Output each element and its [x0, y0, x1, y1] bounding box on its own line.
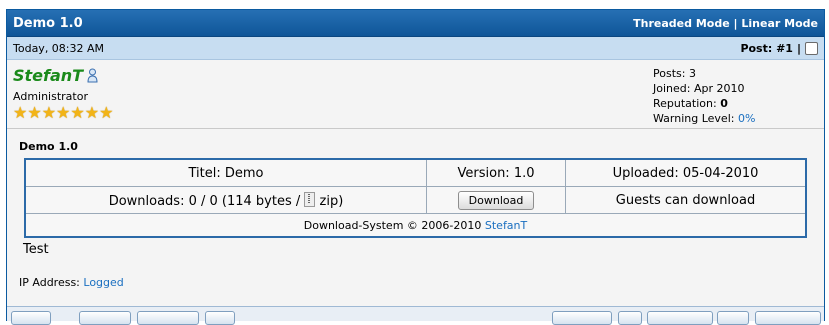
- copyright-author-link[interactable]: StefanT: [485, 219, 527, 232]
- reputation-stat: Reputation: 0: [653, 96, 755, 111]
- post-title: Demo 1.0: [19, 140, 78, 153]
- report-button[interactable]: [755, 311, 821, 325]
- ip-logged-link[interactable]: Logged: [83, 276, 123, 289]
- joined-stat: Joined: Apr 2010: [653, 81, 755, 96]
- www-button[interactable]: [137, 311, 199, 325]
- ip-address: IP Address: Logged: [19, 276, 124, 289]
- warning-label: Warning Level:: [653, 112, 735, 125]
- joined-value: Apr 2010: [693, 82, 745, 95]
- author-name[interactable]: StefanT: [13, 66, 83, 85]
- author-stats: Posts: 3 Joined: Apr 2010 Reputation: 0 …: [653, 66, 755, 126]
- copyright-text: Download-System © 2006-2010: [303, 218, 482, 232]
- post-number-group: Post: #1 |: [740, 41, 818, 55]
- post-container: Demo 1.0 Threaded Mode | Linear Mode Tod…: [6, 9, 825, 325]
- downloads-text: Downloads: 0 / 0 (114 bytes /: [108, 193, 301, 209]
- warning-stat: Warning Level: 0%: [653, 111, 755, 126]
- author-block: StefanT Administrator ★ ★ ★ ★ ★ ★ ★ Posts: 3 J…: [7, 60, 824, 129]
- pm-button[interactable]: [79, 311, 131, 325]
- view-mode-switcher: Threaded Mode | Linear Mode: [633, 17, 818, 30]
- posts-label: Posts:: [653, 67, 686, 80]
- post-meta-bar: Today, 08:32 AM Post: #1 |: [7, 37, 824, 60]
- download-button-cell: Download: [426, 186, 566, 214]
- mode-separator: |: [733, 16, 738, 30]
- titel-cell: Titel: Demo: [24, 158, 427, 187]
- posts-value: 3: [688, 67, 696, 80]
- download-button[interactable]: Download: [457, 190, 535, 210]
- posts-stat: Posts: 3: [653, 66, 755, 81]
- version-cell: Version: 1.0: [426, 158, 566, 187]
- ip-label: IP Address:: [19, 276, 80, 289]
- downloads-cell: Downloads: 0 / 0 (114 bytes / zip): [24, 186, 427, 214]
- reputation-label: Reputation:: [653, 97, 717, 110]
- star-icon: ★: [84, 103, 100, 122]
- delete-button[interactable]: [618, 311, 642, 325]
- post-permalink[interactable]: Post: #1: [740, 42, 793, 55]
- reputation-value[interactable]: 0: [720, 97, 728, 110]
- downloads-filetype: zip): [319, 193, 344, 209]
- star-icon: ★: [99, 103, 114, 122]
- joined-label: Joined:: [653, 82, 691, 95]
- edit-button[interactable]: [552, 311, 612, 325]
- download-table: Titel: Demo Version: 1.0 Uploaded: 05-04…: [24, 158, 807, 238]
- rank-stars: ★ ★ ★ ★ ★ ★ ★: [13, 105, 113, 121]
- linear-mode-link[interactable]: Linear Mode: [741, 17, 818, 30]
- multiquote-button[interactable]: [717, 311, 749, 325]
- star-icon: ★: [70, 103, 85, 122]
- warning-level-link[interactable]: 0%: [738, 112, 755, 125]
- post-separator: |: [796, 41, 801, 55]
- post-message: Test: [23, 242, 49, 257]
- uploaded-cell: Uploaded: 05-04-2010: [565, 158, 807, 187]
- post-select-checkbox[interactable]: [805, 41, 818, 55]
- thread-header: Demo 1.0 Threaded Mode | Linear Mode: [7, 10, 824, 37]
- post-date: Today, 08:32 AM: [13, 41, 105, 55]
- quote-button[interactable]: [647, 311, 713, 325]
- zip-file-icon: [304, 191, 316, 207]
- star-icon: ★: [56, 103, 71, 122]
- author-rank: Administrator: [13, 90, 88, 103]
- star-icon: ★: [27, 103, 42, 122]
- find-button[interactable]: [205, 311, 235, 325]
- threaded-mode-link[interactable]: Threaded Mode: [633, 17, 730, 30]
- star-icon: ★: [41, 103, 57, 122]
- profile-button[interactable]: [11, 311, 51, 325]
- user-status-icon: [87, 68, 98, 86]
- guests-cell: Guests can download: [565, 186, 807, 214]
- copyright-cell: Download-System © 2006-2010 StefanT: [24, 213, 807, 238]
- thread-title: Demo 1.0: [13, 15, 83, 31]
- star-icon: ★: [13, 103, 28, 122]
